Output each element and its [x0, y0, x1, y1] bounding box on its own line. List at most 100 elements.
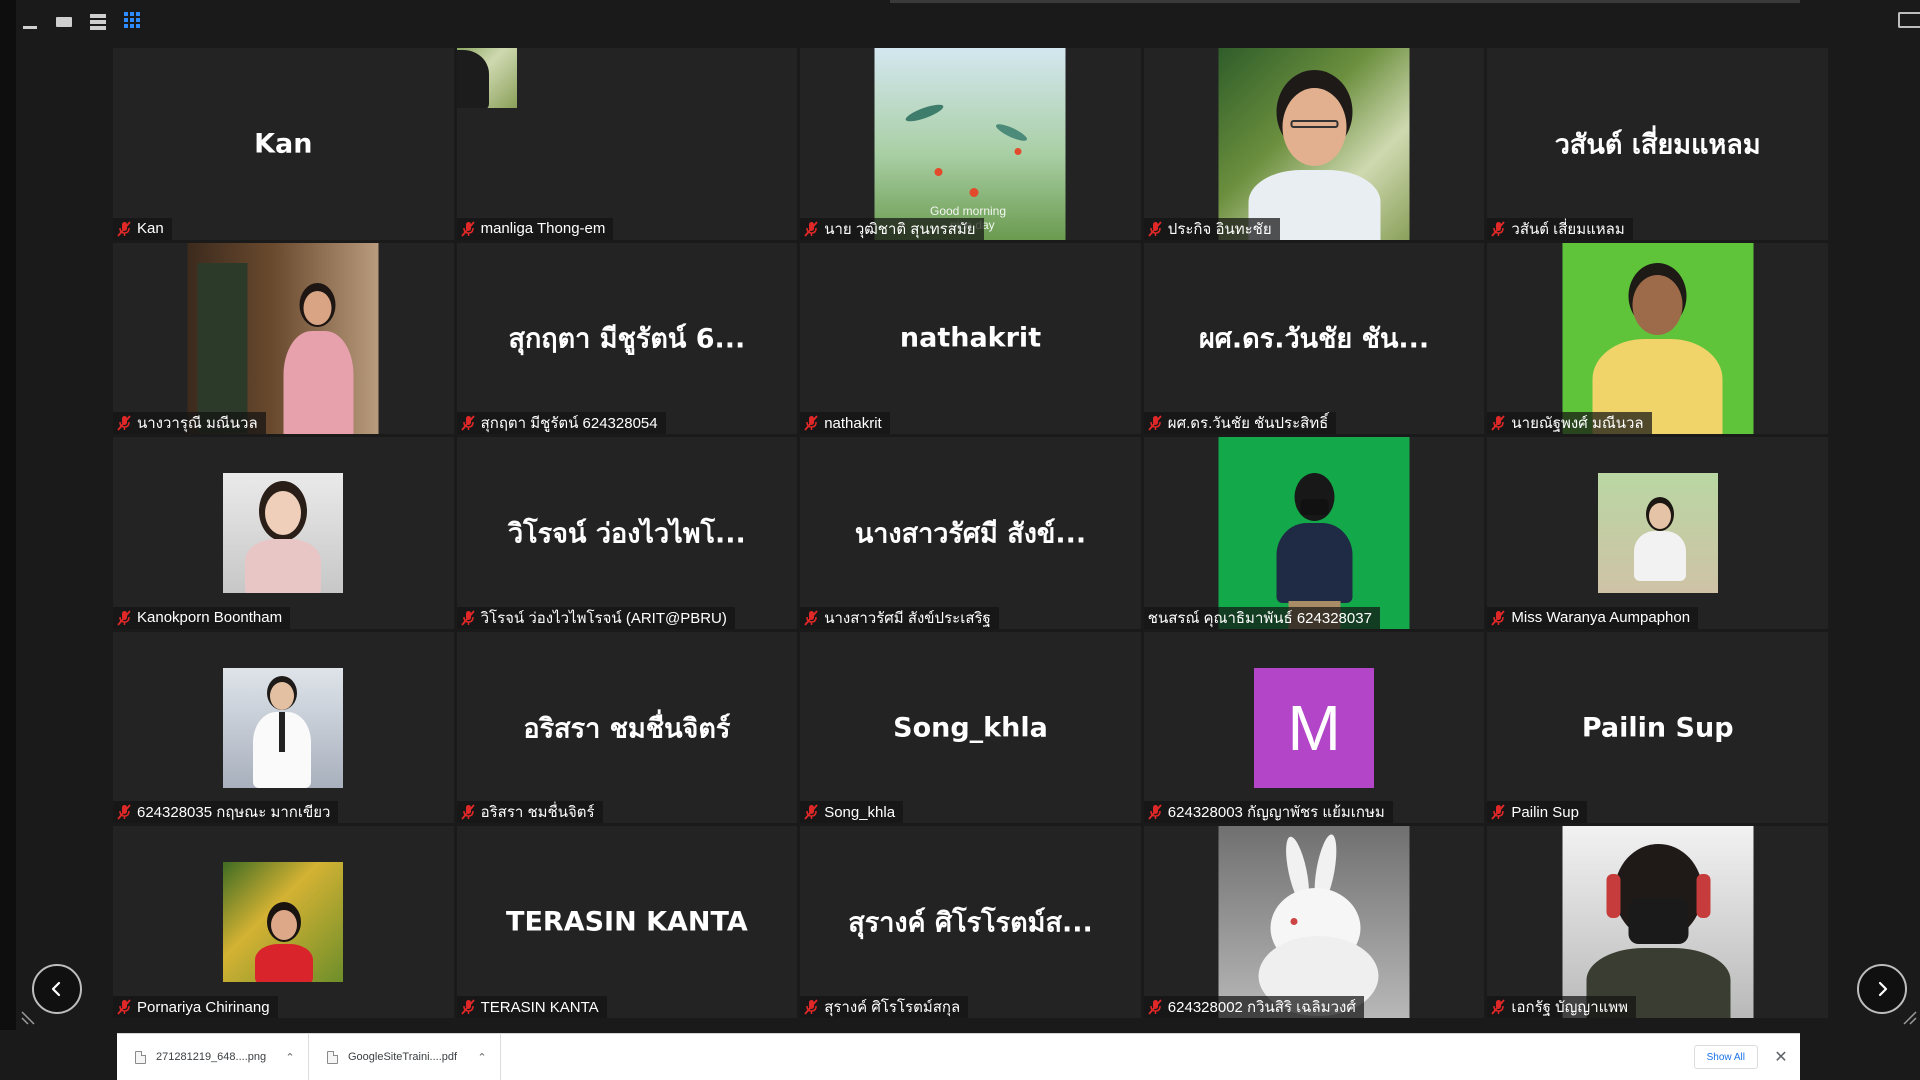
participant-tile[interactable]: ผศ.ดร.วันชัย ชัน... ผศ.ดร.วันชัย ชันประส… [1143, 242, 1485, 435]
resize-handle-icon[interactable] [1902, 1010, 1918, 1026]
participant-label-text: สุกฤตา มีชูรัตน์ 624328054 [480, 415, 658, 433]
muted-mic-icon [1491, 804, 1506, 820]
participant-tile[interactable]: Pailin Sup Pailin Sup [1487, 631, 1828, 824]
participant-tile[interactable]: สุกฤตา มีชูรัตน์ 6... สุกฤตา มีชูรัตน์ 6… [456, 242, 798, 435]
previous-page-button[interactable] [32, 964, 82, 1014]
gallery-view-icon[interactable] [122, 12, 142, 32]
participant-label: ชนสรณ์ คุณาธิมาพันธ์ 624328037 [1143, 606, 1380, 629]
muted-mic-icon [1491, 999, 1506, 1015]
speaker-view-icon[interactable] [88, 12, 108, 32]
participant-tile[interactable]: วิโรจน์ ว่องไวไพโ... วิโรจน์ ว่องไวไพโรจ… [456, 437, 798, 629]
participant-photo [456, 48, 517, 108]
participant-tile[interactable]: Miss Waranya Aumpaphon [1487, 437, 1828, 629]
participant-label-text: ผศ.ดร.วันชัย ชันประสิทธิ์ [1167, 415, 1329, 433]
participant-label: วสันต์ เสี่ยมแหลม [1487, 217, 1633, 240]
participant-label: สุกฤตา มีชูรัตน์ 624328054 [456, 412, 666, 435]
participant-tile[interactable]: Good morning nice day นาย วุฒิชาติ สุนทร… [800, 48, 1141, 240]
participant-photo [1597, 472, 1718, 593]
participant-label: นายณัฐพงศ์ มณีนวล [1487, 412, 1652, 435]
participant-video [1562, 826, 1754, 1018]
participant-tile[interactable]: เอกรัฐ บัญญาแพพ [1487, 826, 1828, 1018]
muted-mic-icon [1148, 999, 1162, 1015]
gallery-grid: Kan Kan manliga Thong-em Good morning da… [113, 48, 1828, 1018]
participant-tile[interactable]: ชนสรณ์ คุณาธิมาพันธ์ 624328037 [1143, 437, 1485, 629]
participant-tile[interactable]: สุรางค์ ศิโรโรตม์ส... สุรางค์ ศิโรโรตม์ส… [800, 826, 1141, 1018]
minimize-icon[interactable] [20, 12, 40, 32]
participant-tile[interactable]: Kanokporn Boontham [113, 437, 454, 629]
participant-label-text: Kanokporn Boontham [137, 609, 283, 627]
muted-mic-icon [460, 415, 475, 431]
resize-handle-icon[interactable] [20, 1010, 36, 1026]
next-page-button[interactable] [1857, 964, 1907, 1014]
participant-tile[interactable]: นางสาวรัศมี สังข์... นางสาวรัศมี สังข์ปร… [800, 437, 1141, 629]
participant-label-text: ประกิจ อินทะชัย [1167, 220, 1272, 238]
participant-photo [223, 667, 344, 788]
participant-label: นางวารุณี มณีนวล [113, 412, 266, 435]
participant-display-name: วิโรจน์ ว่องไวไพโ... [507, 518, 746, 550]
participant-initial-avatar: M [1254, 667, 1375, 788]
participant-display-name: อริสรา ชมชื่นจิตร์ [523, 713, 731, 745]
participant-label: Kanokporn Boontham [113, 606, 291, 629]
participant-tile[interactable]: นางวารุณี มณีนวล [113, 242, 454, 435]
participant-label-text: วสันต์ เสี่ยมแหลม [1511, 220, 1625, 238]
muted-mic-icon [460, 804, 475, 820]
participant-label-text: สุรางค์ ศิโรโรตม์สกุล [824, 999, 961, 1016]
participant-tile[interactable]: manliga Thong-em [456, 48, 798, 240]
participant-display-name: TERASIN KANTA [506, 906, 748, 938]
muted-mic-icon [804, 221, 818, 237]
download-item[interactable]: GoogleSiteTraini....pdf ⌃ [309, 1033, 501, 1080]
participant-tile[interactable]: วสันต์ เสี่ยมแหลม วสันต์ เสี่ยมแหลม [1487, 48, 1828, 240]
participant-label: 624328035 กฤษณะ มากเขียว [113, 801, 339, 824]
download-file-name: GoogleSiteTraini....pdf [348, 1051, 458, 1063]
participant-label: อริสรา ชมชื่นจิตร์ [456, 801, 603, 824]
participant-label-text: Pornariya Chirinang [137, 998, 270, 1016]
participant-tile[interactable]: Pornariya Chirinang [113, 826, 454, 1018]
participant-tile[interactable]: Song_khla Song_khla [800, 631, 1141, 824]
muted-mic-icon [1491, 221, 1506, 237]
participant-label: Pailin Sup [1487, 801, 1587, 824]
participant-display-name: Pailin Sup [1581, 712, 1734, 744]
muted-mic-icon [117, 610, 131, 626]
participant-tile[interactable]: นายณัฐพงศ์ มณีนวล [1487, 242, 1828, 435]
participant-tile[interactable]: TERASIN KANTA TERASIN KANTA [456, 826, 798, 1018]
participant-tile[interactable]: อริสรา ชมชื่นจิตร์ อริสรา ชมชื่นจิตร์ [456, 631, 798, 824]
participant-video [1218, 826, 1410, 1018]
film-strip-icon[interactable] [54, 12, 74, 32]
participant-label: TERASIN KANTA [456, 996, 607, 1018]
close-icon[interactable]: ✕ [1770, 1046, 1792, 1068]
participant-label: นาย วุฒิชาติ สุนทรสมัย [800, 217, 984, 240]
chevron-left-icon [51, 981, 61, 997]
participant-tile[interactable]: 624328035 กฤษณะ มากเขียว [113, 631, 454, 824]
download-item[interactable]: 271281219_648....png ⌃ [117, 1033, 309, 1080]
participant-display-name: Kan [254, 128, 313, 160]
participant-label-text: นางวารุณี มณีนวล [137, 415, 258, 433]
participant-tile[interactable]: nathakrit nathakrit [800, 242, 1141, 435]
download-file-name: 271281219_648....png [156, 1051, 267, 1063]
participant-tile[interactable]: M 624328003 กัญญาพัชร แย้มเกษม [1143, 631, 1485, 824]
participant-display-name: Song_khla [893, 712, 1048, 744]
participant-tile[interactable]: ประกิจ อินทะชัย [1143, 48, 1485, 240]
participant-label-text: Kan [137, 220, 164, 238]
participant-label-text: TERASIN KANTA [480, 998, 599, 1016]
participant-label-text: Miss Waranya Aumpaphon [1511, 609, 1691, 627]
participant-tile[interactable]: 624328002 กวินสิริ เฉลิมวงศ์ [1143, 826, 1485, 1018]
muted-mic-icon [460, 221, 475, 237]
participant-photo [223, 862, 344, 983]
participant-label: Miss Waranya Aumpaphon [1487, 606, 1699, 629]
participant-tile[interactable]: Kan Kan [113, 48, 454, 240]
participant-display-name: สุรางค์ ศิโรโรตม์ส... [848, 907, 1093, 939]
muted-mic-icon [117, 804, 131, 820]
chevron-up-icon[interactable]: ⌃ [284, 1051, 296, 1064]
participant-label-text: อริสรา ชมชื่นจิตร์ [480, 804, 595, 822]
chevron-up-icon[interactable]: ⌃ [476, 1051, 488, 1064]
muted-mic-icon [804, 610, 818, 626]
muted-mic-icon [117, 221, 131, 237]
exit-fullscreen-icon[interactable] [1898, 12, 1920, 28]
show-all-button[interactable]: Show All [1693, 1045, 1758, 1069]
muted-mic-icon [804, 415, 818, 431]
chevron-right-icon [1878, 981, 1888, 997]
participant-photo [223, 472, 344, 593]
participant-video [1218, 48, 1410, 240]
muted-mic-icon [460, 610, 475, 626]
participant-label: Kan [113, 217, 172, 240]
